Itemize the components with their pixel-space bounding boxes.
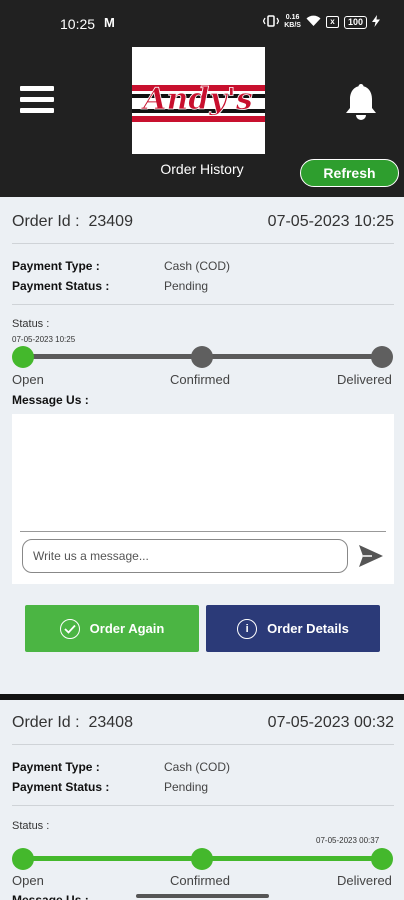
order-header-row: Order Id : 23408 07-05-2023 00:32: [12, 714, 394, 736]
order-id: Order Id : 23409: [12, 213, 133, 230]
no-sim-icon: x: [325, 16, 339, 28]
divider: [12, 243, 394, 244]
info-circle-icon: i: [237, 618, 258, 639]
refresh-button[interactable]: Refresh: [300, 159, 399, 187]
message-us-label: Message Us :: [12, 393, 89, 407]
step-dot-delivered: [371, 848, 393, 870]
step-dot-open: [12, 848, 34, 870]
order-card: Order Id : 23409 07-05-2023 10:25 Paymen…: [0, 197, 404, 694]
step-dot-open: [12, 346, 34, 368]
notification-bell-icon[interactable]: [344, 84, 378, 120]
divider: [12, 304, 394, 305]
step-dot-confirmed: [191, 848, 213, 870]
order-id: Order Id : 23408: [12, 714, 133, 731]
status-bar: 10:25 M 0.16 KB/S x 100: [0, 0, 404, 48]
step-label-open: Open: [12, 372, 44, 387]
status-label: Status :: [12, 318, 50, 330]
network-speed-indicator: 0.16 KB/S: [284, 14, 301, 29]
send-icon[interactable]: [358, 544, 384, 568]
payment-type-value: Cash (COD): [164, 760, 231, 774]
message-input[interactable]: Write us a message...: [22, 539, 348, 573]
page-title: Order History: [160, 161, 244, 177]
order-datetime: 07-05-2023 10:25: [267, 213, 394, 230]
check-circle-icon: [59, 618, 80, 639]
notification-m-icon: M: [104, 15, 115, 30]
step-label-confirmed: Confirmed: [170, 873, 230, 888]
order-again-button[interactable]: Order Again: [25, 605, 199, 652]
order-details-button[interactable]: i Order Details: [206, 605, 380, 652]
step-label-delivered: Delivered: [337, 372, 392, 387]
order-header-row: Order Id : 23409 07-05-2023 10:25: [12, 213, 394, 235]
wifi-icon: [306, 15, 321, 30]
battery-icon: 100: [343, 15, 367, 29]
hamburger-menu-icon[interactable]: [20, 86, 54, 114]
status-time: 10:25: [60, 16, 96, 32]
status-date: 07-05-2023 00:37: [316, 836, 380, 845]
divider: [12, 744, 394, 745]
payment-type-value: Cash (COD): [164, 259, 231, 273]
status-label: Status :: [12, 820, 50, 832]
home-indicator[interactable]: [136, 894, 269, 898]
vibrate-icon: [263, 14, 280, 30]
step-dot-confirmed: [191, 346, 213, 368]
step-label-confirmed: Confirmed: [170, 372, 230, 387]
step-dot-delivered: [371, 346, 393, 368]
status-icons: 0.16 KB/S x 100: [263, 14, 380, 30]
payment-status-value: Pending: [164, 780, 209, 794]
app-header: 10:25 M 0.16 KB/S x 100 Andy's Order His…: [0, 0, 404, 197]
order-datetime: 07-05-2023 00:32: [267, 714, 394, 731]
message-area: Write us a message...: [12, 414, 394, 584]
charging-icon: [372, 14, 380, 30]
andys-logo: Andy's: [132, 47, 265, 154]
svg-text:Andy's: Andy's: [140, 82, 253, 117]
payment-status-value: Pending: [164, 279, 209, 293]
order-card: Order Id : 23408 07-05-2023 00:32 Paymen…: [0, 700, 404, 900]
step-label-delivered: Delivered: [337, 873, 392, 888]
divider: [12, 805, 394, 806]
message-divider: [20, 531, 386, 532]
message-us-label: Message Us :: [12, 893, 89, 900]
step-label-open: Open: [12, 873, 44, 888]
status-date: 07-05-2023 10:25: [12, 335, 76, 344]
